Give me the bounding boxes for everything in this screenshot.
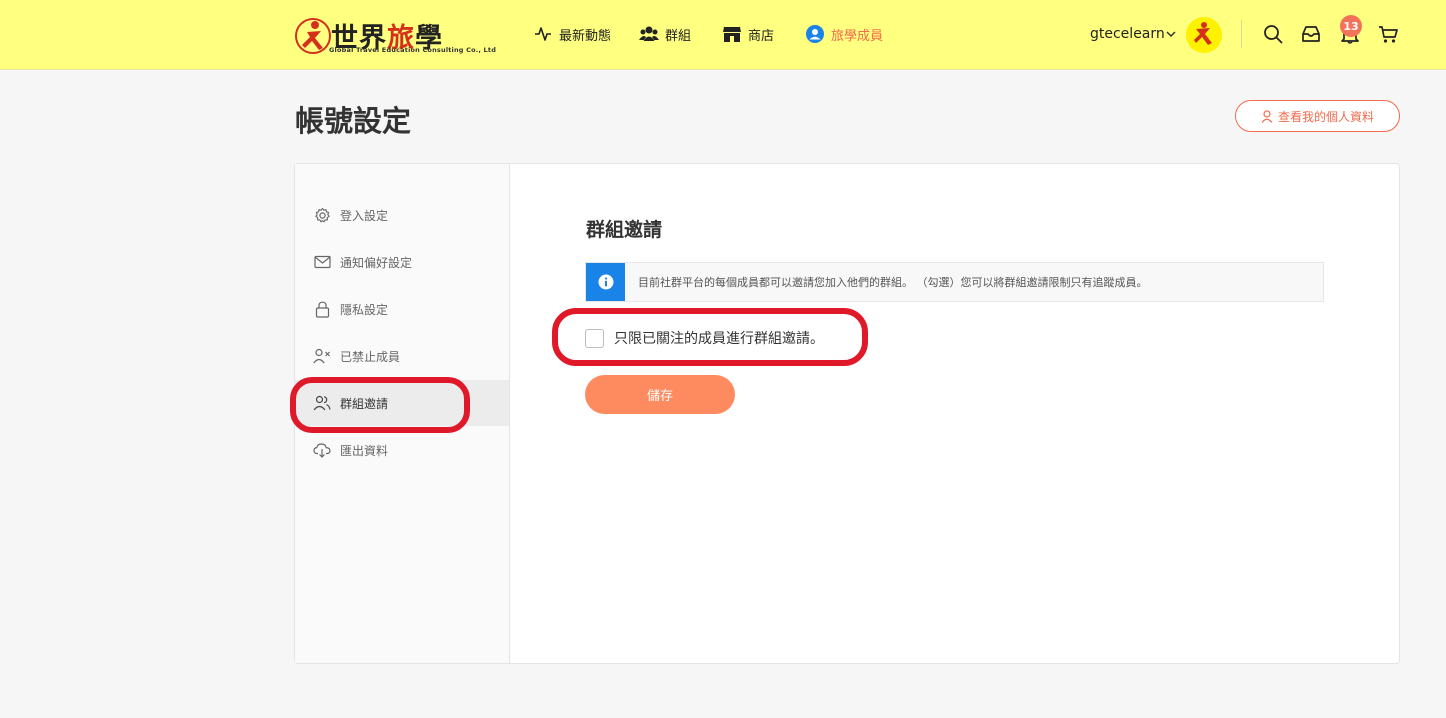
user-menu-name[interactable]: gtecelearn (1090, 26, 1165, 42)
nav-item-activity[interactable]: 最新動態 (533, 22, 611, 46)
search-icon[interactable] (1262, 23, 1284, 45)
cloud-download-icon (313, 441, 331, 459)
group-icon (639, 24, 659, 44)
section-title: 群組邀請 (586, 219, 663, 241)
sidebar-item-notification-preferences[interactable]: 通知偏好設定 (295, 239, 509, 285)
sidebar-item-export-data[interactable]: 匯出資料 (295, 427, 509, 473)
group-invites-panel: 群組邀請 目前社群平台的每個成員都可以邀請您加入他們的群組。 （勾選）您可以將群… (510, 164, 1399, 663)
cart-icon[interactable] (1377, 23, 1399, 45)
shop-icon (722, 24, 742, 44)
sidebar-item-group-invites[interactable]: 群組邀請 (295, 380, 509, 426)
nav-item-groups[interactable]: 群組 (639, 22, 691, 46)
member-icon (805, 24, 825, 44)
nav-item-shop[interactable]: 商店 (722, 22, 774, 46)
chevron-down-icon[interactable] (1164, 27, 1178, 41)
info-notice: 目前社群平台的每個成員都可以邀請您加入他們的群組。 （勾選）您可以將群組邀請限制… (585, 262, 1324, 302)
view-profile-button[interactable]: 查看我的個人資料 (1235, 100, 1400, 132)
avatar[interactable] (1186, 17, 1222, 53)
nav-item-members[interactable]: 旅學成員 (805, 22, 883, 46)
follow-only-checkbox[interactable] (585, 328, 604, 348)
users-icon (313, 394, 331, 412)
lock-icon (313, 300, 331, 318)
inbox-icon[interactable] (1300, 23, 1322, 45)
avatar-logo-icon (1186, 17, 1222, 53)
activity-icon (533, 24, 553, 44)
site-logo[interactable]: 世界旅學 Global Travel Education Consulting … (293, 14, 505, 58)
user-block-icon (313, 347, 331, 365)
info-icon (586, 263, 625, 301)
page-title: 帳號設定 (295, 104, 412, 138)
sidebar-item-login-settings[interactable]: 登入設定 (295, 192, 509, 238)
settings-sidebar: 登入設定 通知偏好設定 隱私設定 已禁止成員 群組邀請 匯出資料 (295, 164, 510, 663)
toolbar-divider (1241, 20, 1242, 48)
user-icon (1261, 109, 1273, 123)
follow-only-invite-option[interactable]: 只限已關注的成員進行群組邀請。 (585, 328, 824, 348)
gear-icon (313, 206, 331, 224)
follow-only-checkbox-label[interactable]: 只限已關注的成員進行群組邀請。 (614, 328, 824, 348)
sidebar-item-blocked-members[interactable]: 已禁止成員 (295, 333, 509, 379)
brand-subtitle: Global Travel Education Consulting Co., … (329, 46, 497, 54)
sidebar-item-privacy-settings[interactable]: 隱私設定 (295, 286, 509, 332)
top-navigation-bar: 世界旅學 Global Travel Education Consulting … (0, 0, 1446, 70)
save-button[interactable]: 儲存 (585, 375, 735, 414)
mail-icon (313, 253, 331, 271)
notification-count-badge: 13 (1340, 15, 1362, 37)
settings-card: 登入設定 通知偏好設定 隱私設定 已禁止成員 群組邀請 匯出資料 群組邀請 目前… (294, 163, 1400, 664)
info-text: 目前社群平台的每個成員都可以邀請您加入他們的群組。 （勾選）您可以將群組邀請限制… (638, 276, 1148, 289)
